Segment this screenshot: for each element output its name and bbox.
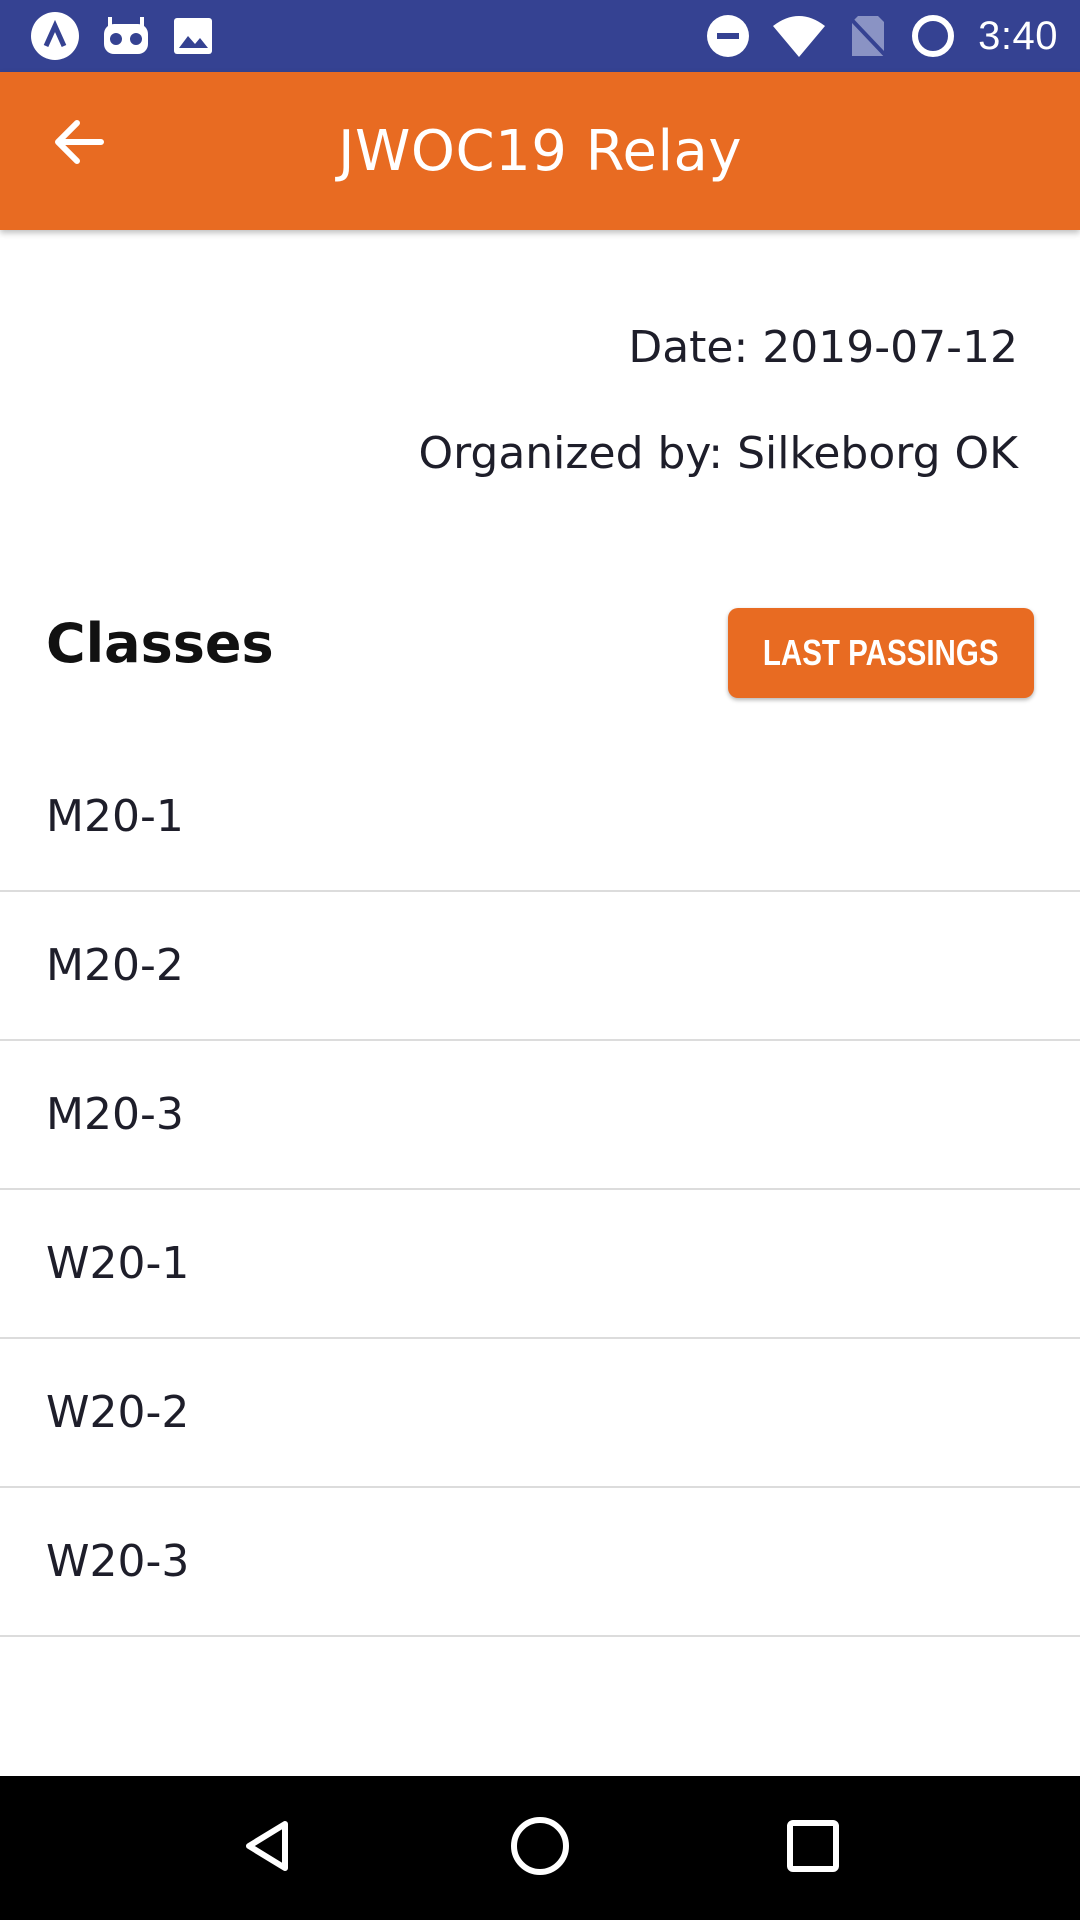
image-icon [172,16,214,56]
class-label: M20-2 [46,940,184,991]
back-triangle-icon [237,1816,297,1881]
status-bar-left [30,11,214,61]
nav-home-button[interactable] [495,1803,585,1893]
status-bar-right: 3:40 [706,13,1058,59]
app-notification-icon [30,11,80,61]
list-item[interactable]: W20-3 [0,1488,1080,1637]
page-title: JWOC19 Relay [338,118,742,184]
voicemail-icon [102,16,150,56]
last-passings-button[interactable]: LAST PASSINGS [728,608,1034,698]
wifi-icon [772,14,826,58]
list-item[interactable]: W20-2 [0,1339,1080,1488]
home-circle-icon [508,1814,572,1883]
status-time: 3:40 [978,13,1058,58]
status-bar: 3:40 [0,0,1080,72]
class-label: W20-3 [46,1536,190,1587]
recents-square-icon [784,1817,842,1880]
no-sim-icon [848,14,888,58]
last-passings-label: LAST PASSINGS [763,632,999,673]
list-item[interactable]: M20-1 [0,743,1080,892]
battery-icon [910,13,956,59]
arrow-left-icon [51,115,105,174]
app-bar: JWOC19 Relay [0,72,1080,230]
class-label: M20-3 [46,1089,184,1140]
list-item[interactable]: W20-1 [0,1190,1080,1339]
list-item[interactable]: M20-3 [0,1041,1080,1190]
class-list: M20-1 M20-2 M20-3 W20-1 W20-2 W20-3 [0,743,1080,1637]
nav-recents-button[interactable] [768,1803,858,1893]
event-date: Date: 2019-07-12 [628,322,1018,373]
back-button[interactable] [40,106,116,182]
event-organizer: Organized by: Silkeborg OK [418,428,1018,479]
nav-back-button[interactable] [222,1803,312,1893]
classes-heading: Classes [46,612,274,675]
class-label: W20-2 [46,1387,190,1438]
navigation-bar [0,1776,1080,1920]
class-label: M20-1 [46,791,184,842]
class-label: W20-1 [46,1238,190,1289]
do-not-disturb-icon [706,14,750,58]
list-item[interactable]: M20-2 [0,892,1080,1041]
